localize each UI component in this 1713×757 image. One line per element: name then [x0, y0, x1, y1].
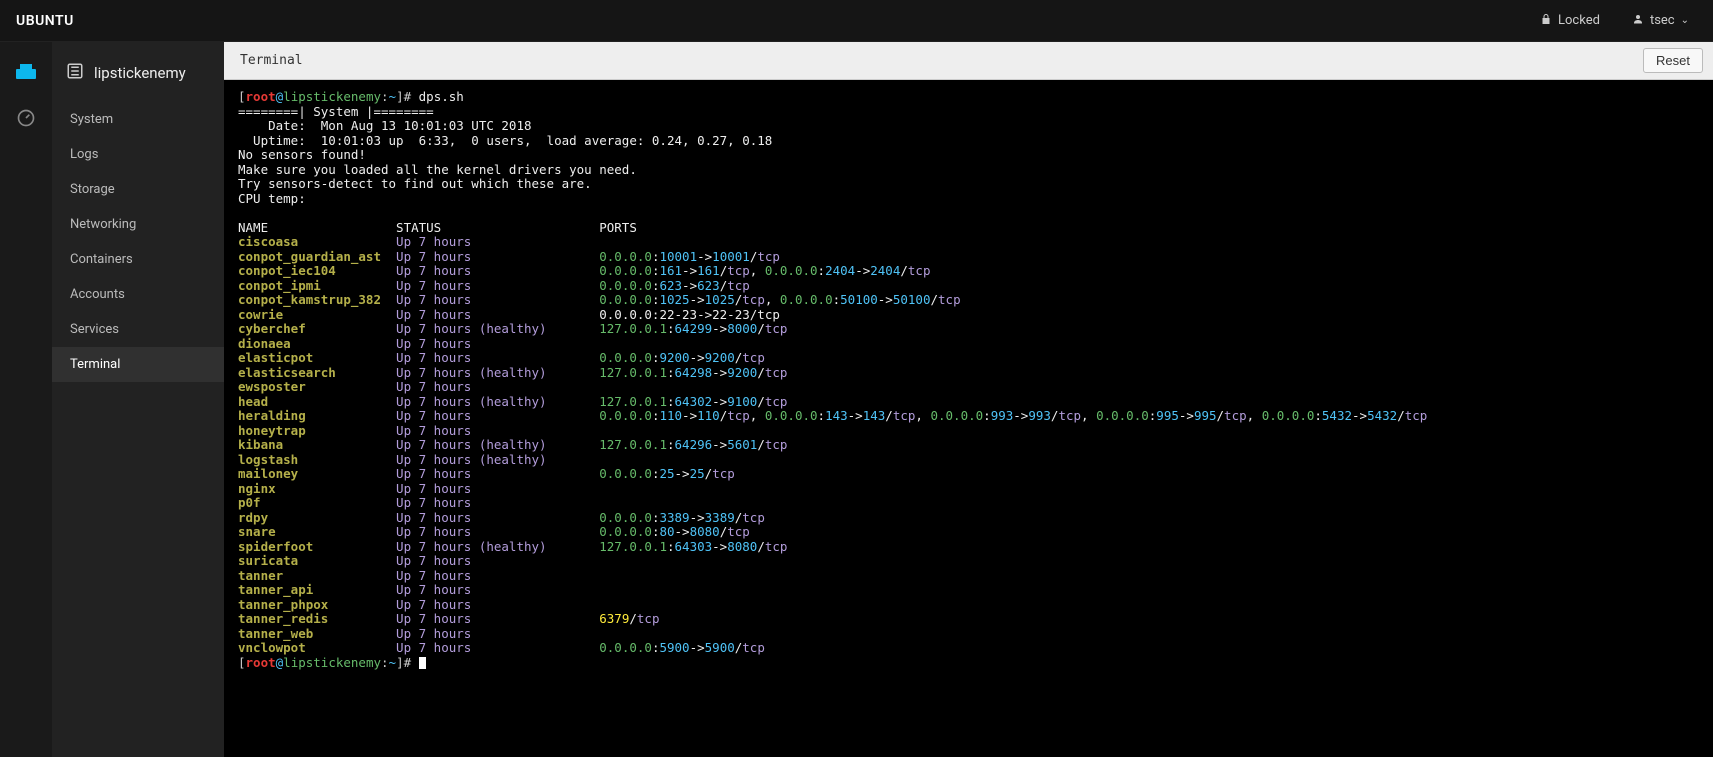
tab-label: Terminal: [234, 53, 303, 68]
nav-item-logs[interactable]: Logs: [52, 137, 224, 172]
nav-item-networking[interactable]: Networking: [52, 207, 224, 242]
host-header: lipstickenemy: [52, 52, 224, 102]
brand: UBUNTU: [16, 13, 74, 29]
tab-bar: Terminal Reset: [224, 42, 1713, 80]
nav-item-system[interactable]: System: [52, 102, 224, 137]
user-menu[interactable]: tsec ⌄: [1624, 9, 1697, 33]
topbar: UBUNTU Locked tsec ⌄: [0, 0, 1713, 42]
content: Terminal Reset [root@lipstickenemy:~]# d…: [224, 42, 1713, 757]
chevron-down-icon: ⌄: [1681, 15, 1689, 26]
terminal-output: [root@lipstickenemy:~]# dps.sh ========|…: [238, 90, 1699, 670]
locked-label: Locked: [1558, 13, 1600, 28]
nav-item-containers[interactable]: Containers: [52, 242, 224, 277]
host-icon: [66, 62, 84, 84]
lock-icon: [1540, 13, 1552, 29]
sidebar: lipstickenemy SystemLogsStorageNetworkin…: [52, 42, 224, 757]
nav-item-storage[interactable]: Storage: [52, 172, 224, 207]
reset-button[interactable]: Reset: [1643, 48, 1703, 73]
dashboard-icon[interactable]: [12, 104, 40, 132]
nav-list: SystemLogsStorageNetworkingContainersAcc…: [52, 102, 224, 382]
user-label: tsec: [1650, 13, 1675, 28]
main: lipstickenemy SystemLogsStorageNetworkin…: [0, 42, 1713, 757]
nav-item-services[interactable]: Services: [52, 312, 224, 347]
topbar-right: Locked tsec ⌄: [1532, 9, 1697, 33]
nav-item-accounts[interactable]: Accounts: [52, 277, 224, 312]
user-icon: [1632, 13, 1644, 29]
host-name: lipstickenemy: [94, 64, 186, 82]
server-icon[interactable]: [12, 56, 40, 84]
icon-bar: [0, 42, 52, 757]
nav-item-terminal[interactable]: Terminal: [52, 347, 224, 382]
terminal[interactable]: [root@lipstickenemy:~]# dps.sh ========|…: [224, 80, 1713, 757]
locked-indicator[interactable]: Locked: [1532, 9, 1608, 33]
